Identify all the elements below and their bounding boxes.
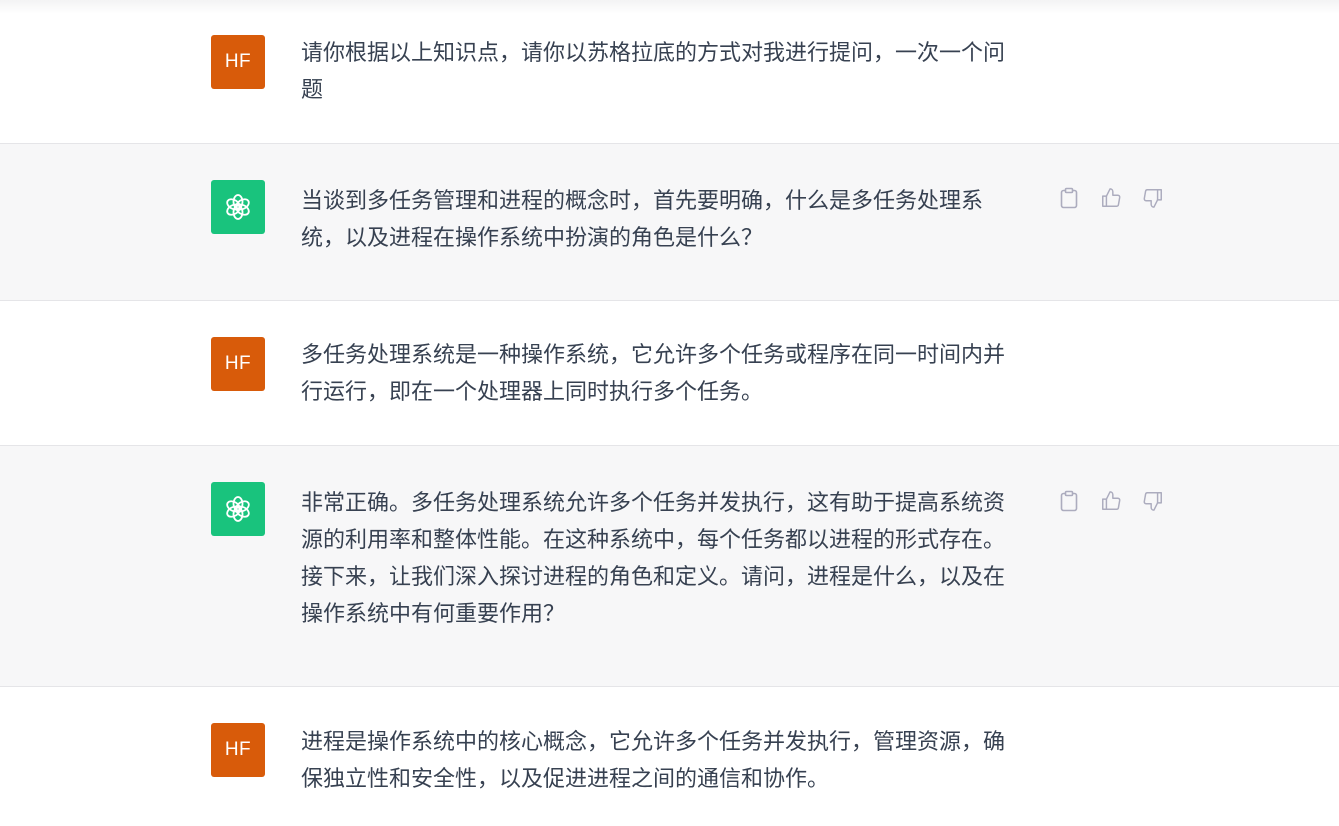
assistant-message: 当谈到多任务管理和进程的概念时，首先要明确，什么是多任务处理系统，以及进程在操作…	[0, 144, 1339, 301]
clipboard-icon	[1060, 490, 1078, 512]
message-text: 当谈到多任务管理和进程的概念时，首先要明确，什么是多任务处理系统，以及进程在操作…	[301, 189, 984, 251]
openai-logo-icon	[226, 194, 250, 220]
assistant-avatar	[211, 180, 265, 234]
user-message: HF 请你根据以上知识点，请你以苏格拉底的方式对我进行提问，一次一个问题	[0, 0, 1339, 144]
copy-button[interactable]	[1057, 186, 1081, 210]
user-message: HF 多任务处理系统是一种操作系统，它允许多个任务或程序在同一时间内并行运行，即…	[0, 301, 1339, 446]
copy-button[interactable]	[1057, 489, 1081, 513]
assistant-avatar	[211, 482, 265, 536]
thumbs-up-icon	[1102, 491, 1121, 510]
message-actions	[1057, 186, 1165, 210]
user-avatar: HF	[211, 35, 265, 89]
message-text: 进程是操作系统中的核心概念，它允许多个任务并发执行，管理资源，确保独立性和安全性…	[301, 730, 1006, 792]
message-text: 多任务处理系统是一种操作系统，它允许多个任务或程序在同一时间内并行运行，即在一个…	[301, 343, 1006, 405]
user-avatar: HF	[211, 723, 265, 777]
thumbs-up-button[interactable]	[1099, 489, 1123, 513]
thumbs-up-button[interactable]	[1099, 186, 1123, 210]
thumbs-down-icon	[1143, 492, 1162, 511]
thumbs-down-button[interactable]	[1141, 489, 1165, 513]
chat-thread: HF 请你根据以上知识点，请你以苏格拉底的方式对我进行提问，一次一个问题 当谈到…	[0, 0, 1339, 826]
user-avatar: HF	[211, 337, 265, 391]
thumbs-down-button[interactable]	[1141, 186, 1165, 210]
message-text: 非常正确。多任务处理系统允许多个任务并发执行，这有助于提高系统资源的利用率和整体…	[301, 491, 1006, 627]
message-text: 请你根据以上知识点，请你以苏格拉底的方式对我进行提问，一次一个问题	[301, 41, 1006, 103]
openai-logo-icon	[226, 496, 250, 522]
clipboard-icon	[1060, 187, 1078, 209]
thumbs-down-icon	[1143, 189, 1162, 208]
user-message: HF 进程是操作系统中的核心概念，它允许多个任务并发执行，管理资源，确保独立性和…	[0, 687, 1339, 826]
thumbs-up-icon	[1102, 188, 1121, 207]
assistant-message: 非常正确。多任务处理系统允许多个任务并发执行，这有助于提高系统资源的利用率和整体…	[0, 446, 1339, 687]
message-actions	[1057, 489, 1165, 513]
